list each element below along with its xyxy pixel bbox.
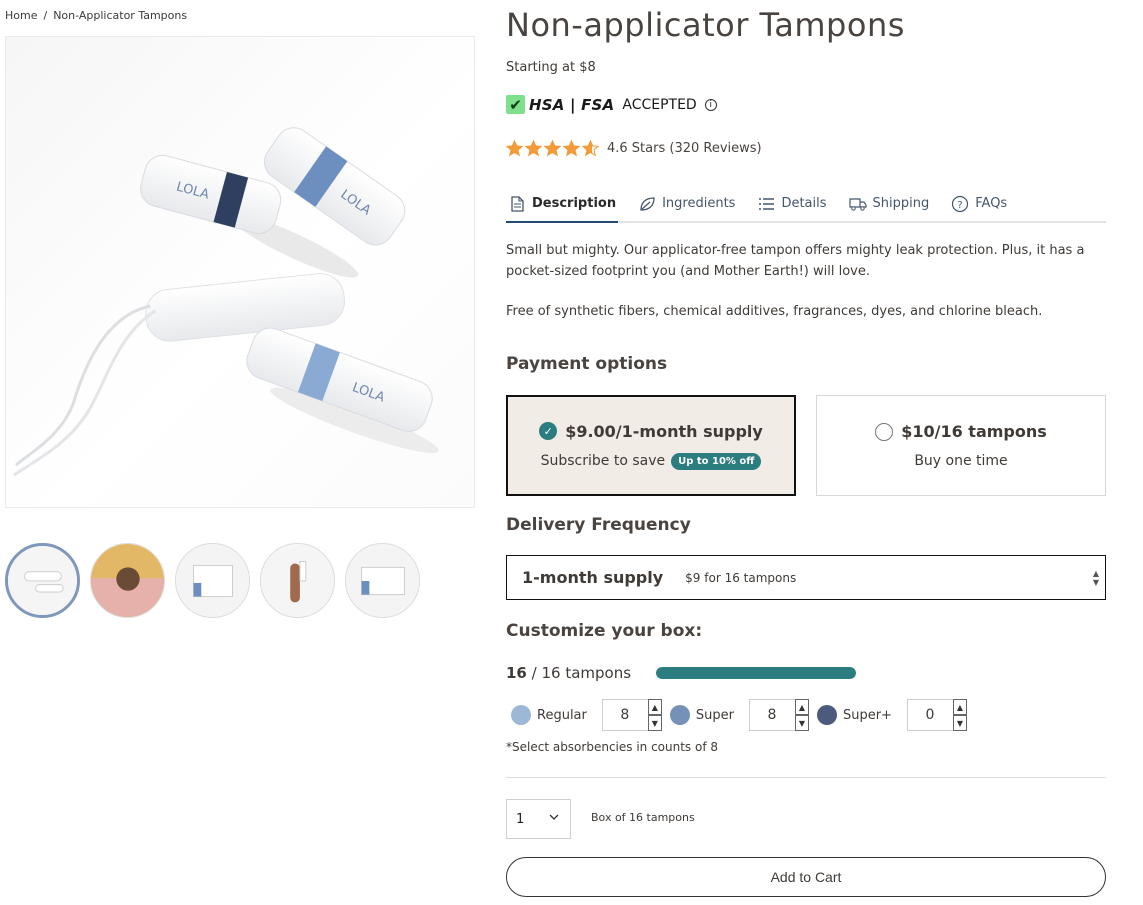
subscribe-label: Subscribe to save bbox=[540, 453, 666, 469]
thumbnail-4[interactable] bbox=[260, 543, 335, 618]
decrement-button[interactable]: ▼ bbox=[794, 715, 809, 731]
absorbency-note: *Select absorbencies in counts of 8 bbox=[506, 740, 719, 754]
quantity-value: 1 bbox=[516, 811, 525, 827]
tampon-count-value: 16 bbox=[506, 664, 527, 682]
radio-button[interactable] bbox=[875, 422, 894, 441]
list-icon bbox=[759, 197, 775, 210]
tab-label: Ingredients bbox=[662, 196, 736, 211]
thumbnail-2[interactable] bbox=[90, 543, 165, 618]
star-rating bbox=[506, 140, 599, 157]
payment-options-heading: Payment options bbox=[506, 354, 668, 374]
tab-label: Shipping bbox=[872, 196, 930, 211]
increment-button[interactable]: ▲ bbox=[647, 699, 662, 715]
selected-frequency: 1-month supply bbox=[522, 568, 664, 587]
add-to-cart-button[interactable]: Add to Cart bbox=[506, 857, 1106, 897]
product-title: Non-applicator Tampons bbox=[506, 6, 905, 44]
one-time-label: Buy one time bbox=[914, 453, 1008, 469]
thumbnail-3[interactable] bbox=[175, 543, 250, 618]
tab-faqs[interactable]: ? FAQs bbox=[949, 186, 1009, 221]
one-time-option[interactable]: $10/16 tampons Buy one time bbox=[816, 395, 1106, 496]
breadcrumb: Home / Non-Applicator Tampons bbox=[5, 9, 187, 22]
tab-ingredients[interactable]: Ingredients bbox=[636, 186, 737, 221]
question-circle-icon: ? bbox=[952, 195, 969, 212]
tampons-illustration: LOLA LOLA LOLA bbox=[13, 127, 439, 477]
super-plus-quantity-input[interactable]: 0 ▲ ▼ bbox=[906, 699, 967, 731]
tampon-count: 16 / 16 tampons bbox=[506, 664, 631, 682]
rating-text: 4.6 Stars (320 Reviews) bbox=[607, 141, 762, 156]
tab-details[interactable]: Details bbox=[755, 186, 828, 221]
discount-badge: Up to 10% off bbox=[671, 452, 762, 470]
breadcrumb-home-link[interactable]: Home bbox=[5, 9, 37, 22]
thumbnail-strip bbox=[5, 543, 420, 618]
checkmark-icon: ✔ bbox=[506, 95, 525, 114]
hsa-status: ACCEPTED bbox=[622, 96, 697, 113]
increment-button[interactable]: ▲ bbox=[794, 699, 809, 715]
product-tabs: Description Ingredients Details Shipping… bbox=[506, 186, 1106, 223]
quantity-value: 0 bbox=[925, 707, 935, 723]
tab-label: Description bbox=[532, 196, 617, 211]
frequency-detail: $9 for 16 tampons bbox=[685, 570, 797, 585]
subscribe-option[interactable]: ✓ $9.00/1-month supply Subscribe to save… bbox=[506, 395, 796, 496]
box-description: Box of 16 tampons bbox=[591, 811, 695, 824]
decrement-button[interactable]: ▼ bbox=[647, 715, 662, 731]
tab-label: FAQs bbox=[975, 196, 1008, 211]
quantity-select[interactable]: 1 bbox=[506, 799, 571, 839]
star-icon bbox=[525, 140, 542, 157]
box-progress-bar bbox=[656, 667, 856, 679]
star-icon bbox=[582, 140, 599, 157]
increment-button[interactable]: ▲ bbox=[952, 699, 967, 715]
absorbency-selectors: Regular 8 ▲ ▼ Super 8 ▲ ▼ Super+ 0 ▲ ▼ bbox=[511, 699, 975, 731]
tab-label: Details bbox=[781, 196, 827, 211]
breadcrumb-separator: / bbox=[43, 9, 48, 22]
absorbency-label: Regular bbox=[537, 707, 587, 723]
super-color-dot bbox=[669, 705, 690, 725]
thumbnail-1[interactable] bbox=[5, 543, 80, 618]
document-icon bbox=[511, 195, 524, 212]
absorbency-label: Super+ bbox=[842, 707, 892, 723]
delivery-frequency-heading: Delivery Frequency bbox=[506, 515, 691, 535]
subscribe-price: $9.00/1-month supply bbox=[565, 421, 763, 441]
tab-description[interactable]: Description bbox=[506, 186, 619, 223]
tampon-count-total: / 16 tampons bbox=[531, 664, 632, 682]
quantity-value: 8 bbox=[620, 707, 630, 723]
info-icon[interactable]: i bbox=[704, 98, 717, 111]
starting-price: Starting at $8 bbox=[506, 60, 596, 75]
super-plus-color-dot bbox=[816, 705, 837, 725]
box-progress-fill bbox=[656, 667, 856, 679]
star-icon bbox=[506, 140, 523, 157]
breadcrumb-current: Non-Applicator Tampons bbox=[53, 9, 188, 22]
divider bbox=[506, 777, 1106, 778]
absorbency-label: Super bbox=[695, 707, 734, 723]
absorbency-super: Super 8 ▲ ▼ bbox=[669, 699, 809, 731]
check-circle-icon: ✓ bbox=[539, 422, 558, 440]
truck-icon bbox=[848, 197, 867, 211]
hsa-fsa-logo: HSA | FSA bbox=[529, 95, 615, 114]
description-paragraph-1: Small but mighty. Our applicator-free ta… bbox=[506, 243, 1085, 279]
thumbnail-5[interactable] bbox=[345, 543, 420, 618]
absorbency-regular: Regular 8 ▲ ▼ bbox=[511, 699, 662, 731]
regular-color-dot bbox=[511, 705, 531, 725]
description-paragraph-2: Free of synthetic fibers, chemical addit… bbox=[506, 304, 1043, 319]
star-icon bbox=[563, 140, 580, 157]
decrement-button[interactable]: ▼ bbox=[952, 715, 967, 731]
delivery-frequency-select[interactable]: 1-month supply $9 for 16 tampons ▲ ▼ bbox=[506, 555, 1106, 600]
hsa-fsa-badge: ✔ HSA | FSA ACCEPTED i bbox=[506, 95, 717, 114]
rating[interactable]: 4.6 Stars (320 Reviews) bbox=[506, 140, 762, 157]
tab-shipping[interactable]: Shipping bbox=[847, 186, 932, 221]
regular-quantity-input[interactable]: 8 ▲ ▼ bbox=[601, 699, 662, 731]
description-panel: Small but mighty. Our applicator-free ta… bbox=[506, 240, 1096, 322]
one-time-price: $10/16 tampons bbox=[901, 422, 1047, 441]
super-quantity-input[interactable]: 8 ▲ ▼ bbox=[748, 699, 809, 731]
absorbency-super-plus: Super+ 0 ▲ ▼ bbox=[816, 699, 967, 731]
quantity-value: 8 bbox=[767, 707, 777, 723]
svg-text:?: ? bbox=[958, 200, 963, 211]
product-main-image[interactable]: LOLA LOLA LOLA bbox=[5, 36, 475, 508]
star-icon bbox=[544, 140, 561, 157]
chevron-down-icon bbox=[549, 814, 559, 820]
leaf-icon bbox=[640, 196, 655, 211]
select-arrows-icon: ▲ ▼ bbox=[1092, 569, 1099, 587]
customize-heading: Customize your box: bbox=[506, 621, 703, 641]
